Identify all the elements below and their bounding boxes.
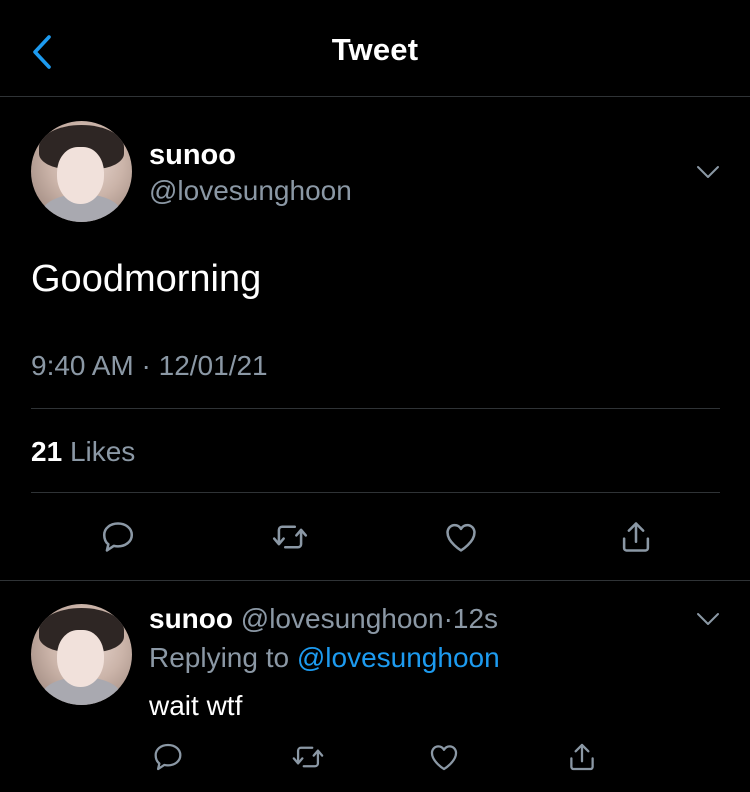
reply-reply-button[interactable] <box>148 737 188 777</box>
reply-button[interactable] <box>96 515 140 559</box>
retweet-icon <box>292 746 324 768</box>
share-button[interactable] <box>614 515 658 559</box>
reply-time: 12s <box>452 603 499 634</box>
reply-share-button[interactable] <box>562 737 602 777</box>
chevron-down-icon <box>697 613 719 625</box>
like-icon <box>430 745 458 771</box>
reply-retweet-button[interactable] <box>288 737 328 777</box>
page-title: Tweet <box>331 32 419 67</box>
likes-count: 21 <box>31 436 63 467</box>
reply-avatar[interactable] <box>31 604 132 705</box>
reply-separator: · <box>443 603 453 634</box>
likes-stat[interactable]: 21 Likes <box>31 436 135 468</box>
replying-to: Replying to @lovesunghoon <box>149 642 500 674</box>
reply-author-name[interactable]: sunoo <box>149 603 233 634</box>
retweet-icon <box>272 525 308 549</box>
likes-label: Likes <box>69 436 136 467</box>
share-icon <box>622 522 650 552</box>
replying-mention-link[interactable]: @lovesunghoon <box>297 642 500 673</box>
share-icon <box>570 743 594 771</box>
tweet-options-button[interactable] <box>694 162 722 182</box>
divider <box>0 580 750 581</box>
tweet-time: 9:40 AM <box>31 350 134 381</box>
reply-icon <box>102 522 134 552</box>
reply-icon <box>154 743 182 771</box>
author-handle[interactable]: @lovesunghoon <box>149 175 352 207</box>
tweet-text: Goodmorning <box>31 258 262 300</box>
nav-bar: Tweet <box>0 0 750 97</box>
chevron-down-icon <box>697 166 719 178</box>
reply-text: wait wtf <box>149 690 243 721</box>
reply-author-handle[interactable]: @lovesunghoon <box>241 603 444 634</box>
like-button[interactable] <box>439 515 483 559</box>
tweet-timestamp: 9:40 AM · 12/01/21 <box>31 350 268 382</box>
reply-options-button[interactable] <box>694 609 722 629</box>
like-icon <box>446 523 476 552</box>
divider <box>31 408 720 409</box>
divider <box>31 492 720 493</box>
reply-like-button[interactable] <box>424 737 464 777</box>
tweet-date: 12/01/21 <box>158 350 268 381</box>
meta-separator: · <box>141 350 151 381</box>
replying-prefix: Replying to <box>149 642 290 673</box>
reply-header: sunoo @lovesunghoon·12s <box>149 603 498 635</box>
avatar[interactable] <box>31 121 132 222</box>
retweet-button[interactable] <box>268 515 312 559</box>
author-name[interactable]: sunoo <box>149 139 236 172</box>
